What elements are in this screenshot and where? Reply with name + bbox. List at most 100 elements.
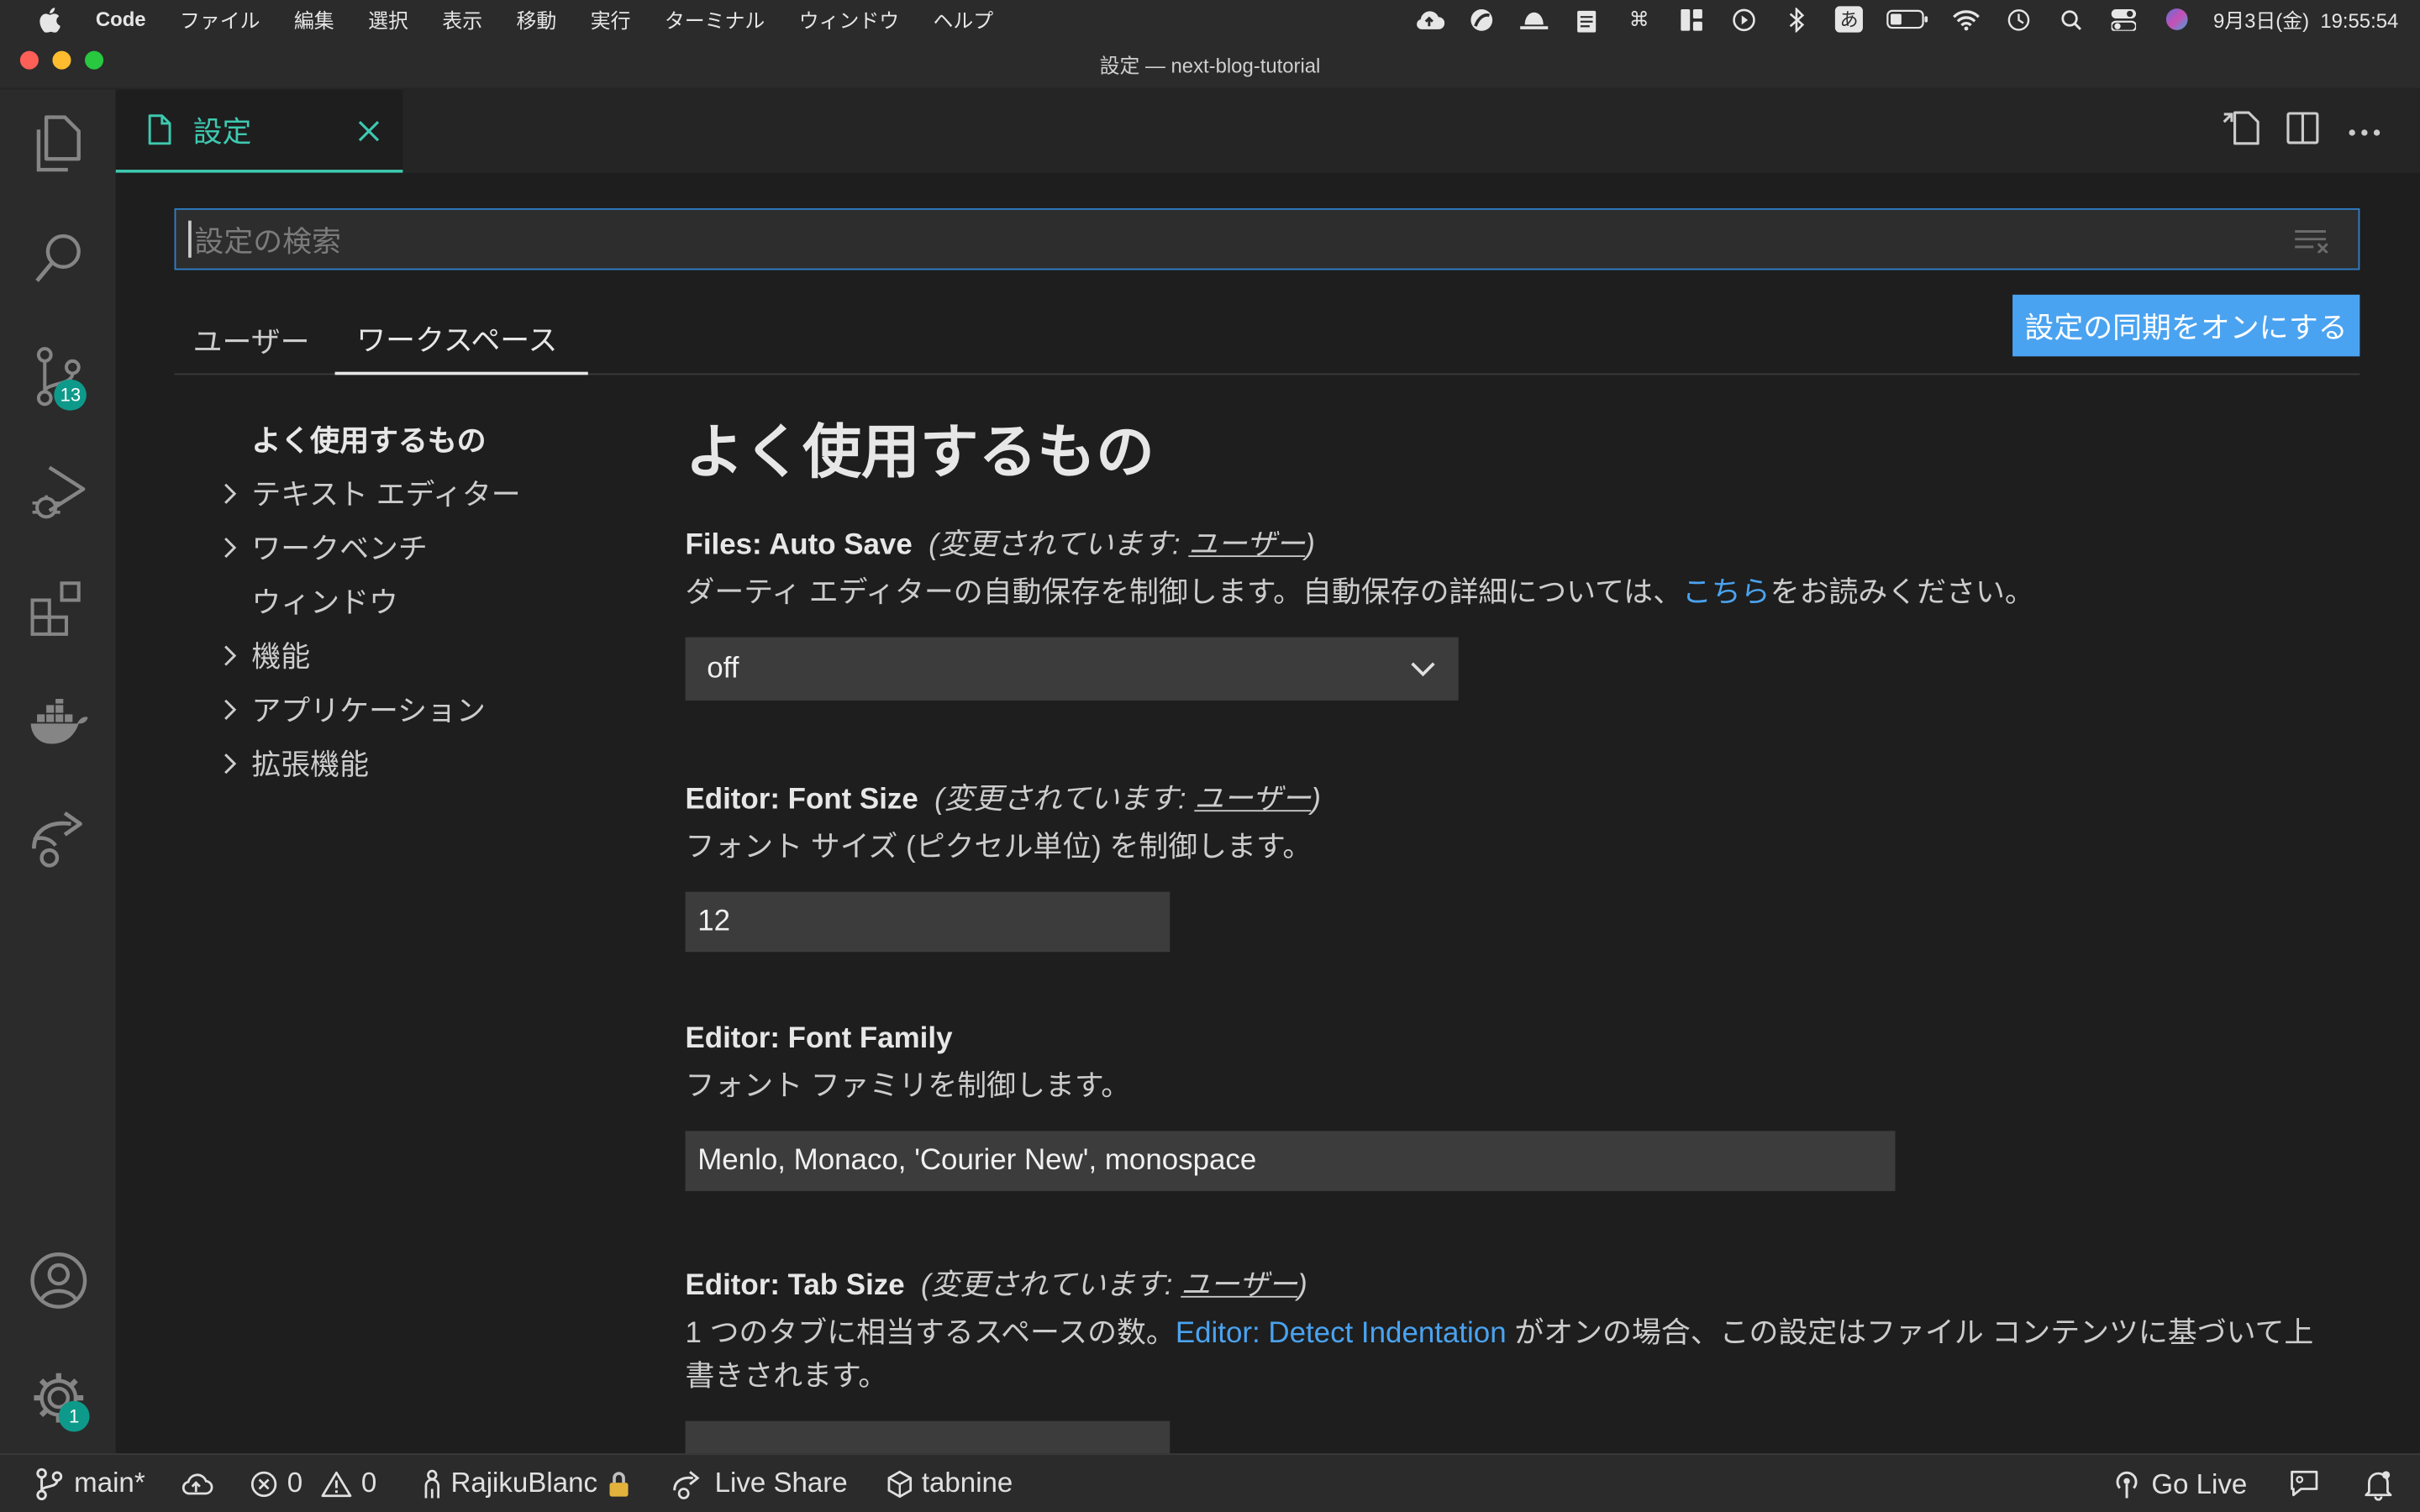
modified-scope-link[interactable]: ユーザー bbox=[1194, 784, 1311, 816]
auto-save-select[interactable]: off bbox=[685, 637, 1459, 701]
toc-item-extensions[interactable]: 拡張機能 bbox=[208, 736, 610, 790]
settings-search-input[interactable]: 設定の検索 bbox=[174, 207, 2360, 270]
toc-item-text-editor[interactable]: テキスト エディター bbox=[208, 466, 610, 520]
menu-run[interactable]: 実行 bbox=[591, 5, 631, 34]
extensions-button[interactable] bbox=[0, 564, 116, 657]
hat-icon[interactable] bbox=[1518, 7, 1549, 31]
ime-icon[interactable]: あ bbox=[1833, 6, 1865, 33]
menu-selection[interactable]: 選択 bbox=[368, 5, 408, 34]
menu-view[interactable]: 表示 bbox=[442, 5, 482, 34]
person-icon bbox=[423, 1468, 441, 1499]
layout-icon[interactable] bbox=[1676, 7, 1707, 31]
desc-link[interactable]: Editor: Detect Indentation bbox=[1176, 1318, 1507, 1351]
settings-list: よく使用するもの Files: Auto Save (変更されています: ユーザ… bbox=[685, 404, 2353, 1454]
source-control-button[interactable]: 13 bbox=[0, 333, 116, 426]
more-actions-button[interactable] bbox=[2348, 90, 2381, 173]
sync-status[interactable] bbox=[179, 1469, 213, 1497]
feedback-icon[interactable] bbox=[2287, 1467, 2321, 1501]
zoom-window-button[interactable] bbox=[85, 50, 104, 70]
menu-terminal[interactable]: ターミナル bbox=[665, 5, 765, 34]
go-live-button[interactable]: Go Live bbox=[2112, 1468, 2247, 1501]
clear-filter-icon[interactable] bbox=[2293, 228, 2330, 254]
menubar-clock[interactable]: 9月3日(金) 19:55:54 bbox=[2213, 5, 2398, 34]
git-branch-icon bbox=[34, 1467, 65, 1500]
cloud-upload-icon bbox=[179, 1469, 213, 1497]
bluetooth-icon[interactable] bbox=[1781, 7, 1812, 32]
files-icon bbox=[30, 113, 86, 180]
account-status[interactable]: RajikuBlanc bbox=[423, 1467, 634, 1500]
desc-text: をお読みください。 bbox=[1770, 576, 2034, 610]
open-json-icon bbox=[2223, 108, 2263, 153]
close-window-button[interactable] bbox=[19, 50, 39, 70]
swirl-icon[interactable] bbox=[1466, 7, 1497, 31]
window-controls bbox=[19, 50, 104, 70]
search-icon bbox=[30, 229, 86, 296]
toc-item-application[interactable]: アプリケーション bbox=[208, 682, 610, 736]
modified-scope-link[interactable]: ユーザー bbox=[1188, 529, 1305, 562]
toc-item-workbench[interactable]: ワークベンチ bbox=[208, 520, 610, 574]
menu-help[interactable]: ヘルプ bbox=[934, 5, 994, 34]
branch-status[interactable]: main* bbox=[34, 1467, 145, 1500]
minimize-window-button[interactable] bbox=[52, 50, 71, 70]
time-machine-icon[interactable] bbox=[2003, 7, 2034, 31]
font-size-input[interactable]: 12 bbox=[685, 891, 1171, 953]
problems-status[interactable]: 0 0 bbox=[250, 1467, 376, 1500]
tabnine-icon bbox=[887, 1469, 913, 1498]
accounts-button[interactable] bbox=[0, 1237, 116, 1330]
chevron-right-icon bbox=[208, 696, 251, 721]
wifi-icon[interactable] bbox=[1951, 7, 1982, 31]
menu-go[interactable]: 移動 bbox=[517, 5, 557, 34]
menu-window[interactable]: ウィンドウ bbox=[799, 5, 899, 34]
modified-indicator: (変更されています: ユーザー) bbox=[929, 529, 1315, 562]
toc-item-commonly-used[interactable]: よく使用するもの bbox=[208, 412, 610, 465]
app-menu[interactable]: Code bbox=[96, 8, 146, 31]
split-editor-icon bbox=[2286, 110, 2319, 152]
font-family-input[interactable]: Menlo, Monaco, 'Courier New', monospace bbox=[685, 1131, 1896, 1191]
run-debug-button[interactable] bbox=[0, 449, 116, 541]
input-value: Menlo, Monaco, 'Courier New', monospace bbox=[697, 1143, 1257, 1177]
modified-suffix: ) bbox=[1297, 1269, 1307, 1303]
toc-label: ワークベンチ bbox=[251, 533, 428, 567]
menu-edit[interactable]: 編集 bbox=[294, 5, 334, 34]
setting-category: Editor: bbox=[685, 1022, 788, 1056]
modified-indicator: (変更されています: ユーザー) bbox=[921, 1270, 1307, 1303]
turn-on-settings-sync-button[interactable]: 設定の同期をオンにする bbox=[2012, 294, 2360, 357]
tab-workspace-settings[interactable]: ワークスペース bbox=[334, 304, 588, 375]
control-center-icon[interactable] bbox=[2108, 7, 2139, 31]
notifications-bell-icon[interactable] bbox=[2361, 1467, 2395, 1501]
siri-icon[interactable] bbox=[2161, 7, 2192, 31]
explorer-button[interactable] bbox=[0, 100, 116, 192]
apple-menu-icon[interactable] bbox=[37, 7, 61, 32]
tab-settings[interactable]: 設定 bbox=[115, 89, 403, 173]
toc-item-features[interactable]: 機能 bbox=[208, 628, 610, 682]
command-icon[interactable]: ⌘ bbox=[1623, 7, 1655, 31]
open-settings-json-button[interactable] bbox=[2223, 90, 2263, 173]
broadcast-icon bbox=[2112, 1469, 2143, 1500]
live-share-status[interactable]: Live Share bbox=[671, 1467, 848, 1500]
remote-explorer-button[interactable] bbox=[0, 796, 116, 889]
toc-label: 機能 bbox=[251, 642, 311, 675]
search-icon[interactable] bbox=[2056, 7, 2087, 31]
menu-file[interactable]: ファイル bbox=[180, 5, 260, 34]
tab-user-settings[interactable]: ユーザー bbox=[193, 304, 310, 375]
desc-link[interactable]: こちら bbox=[1682, 577, 1770, 610]
battery-icon[interactable] bbox=[1886, 7, 1929, 31]
modified-scope-link[interactable]: ユーザー bbox=[1181, 1270, 1297, 1303]
cloud-upload-icon[interactable] bbox=[1414, 7, 1445, 31]
macos-menubar: Code ファイル 編集 選択 表示 移動 実行 ターミナル ウィンドウ ヘルプ… bbox=[0, 0, 2420, 39]
clipboard-icon[interactable] bbox=[1571, 7, 1602, 32]
setting-editor-font-size: Editor: Font Size (変更されています: ユーザー) フォント … bbox=[685, 776, 2353, 953]
setting-name: Tab Size bbox=[787, 1269, 905, 1303]
activity-bar: 13 1 bbox=[0, 89, 116, 1454]
play-circle-icon[interactable] bbox=[1728, 7, 1760, 31]
toc-label: 拡張機能 bbox=[251, 749, 370, 783]
tabnine-status[interactable]: tabnine bbox=[887, 1467, 1013, 1500]
search-view-button[interactable] bbox=[0, 216, 116, 308]
setting-title: Files: Auto Save (変更されています: ユーザー) bbox=[686, 522, 2353, 564]
split-editor-button[interactable] bbox=[2286, 90, 2319, 173]
tab-size-input[interactable] bbox=[685, 1420, 1171, 1454]
docker-button[interactable] bbox=[0, 680, 116, 773]
close-icon[interactable] bbox=[356, 118, 381, 143]
toc-item-window[interactable]: ウィンドウ bbox=[208, 574, 610, 627]
manage-button[interactable]: 1 bbox=[0, 1355, 116, 1447]
